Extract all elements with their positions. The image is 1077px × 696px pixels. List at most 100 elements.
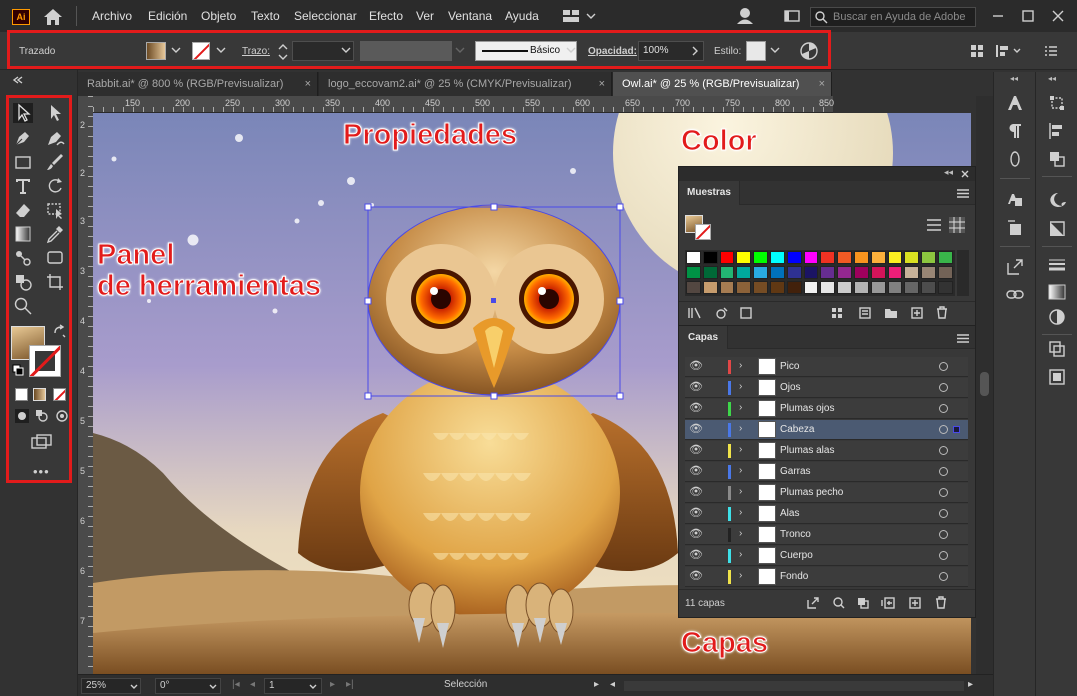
color-swatch[interactable] (870, 251, 886, 264)
clipping-mask-icon[interactable] (857, 597, 869, 609)
more-tools-icon[interactable]: ••• (33, 464, 50, 479)
menu-objeto[interactable]: Objeto (201, 9, 236, 23)
rectangle-tool-icon[interactable] (13, 152, 33, 172)
pen-tool-icon[interactable] (13, 128, 33, 148)
target-circle-icon[interactable] (939, 425, 948, 434)
home-icon[interactable] (43, 8, 63, 26)
blend-tool-icon[interactable] (13, 248, 33, 268)
maximize-icon[interactable] (1022, 10, 1034, 22)
color-swatch[interactable] (686, 251, 701, 264)
color-swatch[interactable] (736, 251, 752, 264)
glyphs-panel-icon[interactable] (1006, 190, 1024, 208)
collapse-icon[interactable]: ◂◂ (944, 167, 953, 178)
color-swatch[interactable] (837, 266, 852, 279)
color-swatch[interactable] (904, 266, 920, 279)
color-swatch[interactable] (803, 266, 819, 279)
swatch-libraries-icon[interactable] (688, 307, 702, 319)
visibility-eye-icon[interactable]: 👁 (689, 569, 703, 582)
color-swatch[interactable] (702, 281, 718, 294)
transform-icon[interactable] (995, 44, 1025, 58)
color-swatch[interactable] (921, 251, 936, 264)
scroll-thumb[interactable] (980, 372, 989, 396)
free-transform-tool-icon[interactable] (45, 200, 65, 220)
color-swatch[interactable] (686, 281, 701, 294)
menu-texto[interactable]: Texto (251, 9, 280, 23)
color-swatch[interactable] (937, 281, 953, 294)
menu-ver[interactable]: Ver (416, 9, 434, 23)
delete-swatch-icon[interactable] (936, 306, 948, 319)
color-guide-icon[interactable] (1048, 192, 1068, 208)
target-circle-icon[interactable] (939, 530, 948, 539)
horizontal-scrollbar[interactable] (624, 681, 964, 691)
expand-arrow-icon[interactable]: › (739, 444, 742, 455)
color-swatch[interactable] (853, 266, 869, 279)
target-circle-icon[interactable] (939, 404, 948, 413)
previous-artboard-icon[interactable]: ◂ (250, 679, 255, 690)
tab-close-icon[interactable]: × (599, 72, 605, 96)
show-kinds-icon[interactable] (716, 307, 728, 319)
color-panel-icon[interactable] (1048, 220, 1066, 238)
new-sublayer-icon[interactable] (881, 597, 895, 609)
screen-mode-icon[interactable] (31, 434, 53, 450)
draw-normal-icon[interactable] (15, 409, 29, 423)
color-swatch[interactable] (753, 266, 768, 279)
color-swatch[interactable] (719, 266, 735, 279)
artboard-shape-icon[interactable] (45, 248, 65, 268)
visibility-eye-icon[interactable]: 👁 (689, 401, 703, 414)
color-swatch[interactable] (870, 281, 886, 294)
color-swatch[interactable] (719, 251, 735, 264)
swatch-scrollbar[interactable] (957, 250, 969, 296)
swatch-stroke-preview[interactable] (695, 224, 711, 240)
close-panel-icon[interactable] (961, 170, 969, 178)
draw-behind-icon[interactable] (35, 409, 49, 423)
draw-inside-icon[interactable] (55, 409, 69, 423)
color-swatch[interactable] (904, 251, 920, 264)
menu-ayuda[interactable]: Ayuda (505, 9, 539, 23)
export-for-screens-icon[interactable] (1006, 258, 1024, 276)
stroke-color-swatch[interactable] (29, 345, 61, 377)
color-swatch[interactable] (937, 266, 953, 279)
stroke-panel-icon[interactable] (1048, 258, 1066, 272)
color-swatch[interactable] (786, 266, 802, 279)
new-color-group-icon[interactable] (831, 307, 843, 319)
artboards-panel-icon[interactable] (1048, 340, 1066, 358)
selection-indicator[interactable] (953, 426, 960, 433)
expand-arrow-icon[interactable]: › (739, 402, 742, 413)
scroll-left-icon[interactable]: ◂ (610, 679, 615, 690)
tab-close-icon[interactable]: × (819, 72, 825, 96)
visibility-eye-icon[interactable]: 👁 (689, 548, 703, 561)
color-swatch[interactable] (769, 266, 785, 279)
color-swatch[interactable] (702, 266, 718, 279)
selection-tool-icon[interactable] (13, 103, 33, 123)
help-search-input[interactable]: Buscar en Ayuda de Adobe (810, 7, 976, 27)
layer-row[interactable]: 👁 › Plumas alas (685, 441, 968, 461)
visibility-eye-icon[interactable]: 👁 (689, 380, 703, 393)
layer-row[interactable]: 👁 › Tronco (685, 525, 968, 545)
color-swatch[interactable] (769, 281, 785, 294)
locate-object-icon[interactable] (833, 597, 845, 609)
expand-arrow-icon[interactable]: › (739, 549, 742, 560)
vertical-scrollbar[interactable] (976, 96, 993, 674)
menu-efecto[interactable]: Efecto (369, 9, 403, 23)
color-swatch[interactable] (769, 251, 785, 264)
artboard-tool-icon[interactable] (45, 272, 65, 292)
zoom-tool-icon[interactable] (13, 296, 33, 316)
color-swatch[interactable] (887, 266, 903, 279)
visibility-eye-icon[interactable]: 👁 (689, 527, 703, 540)
color-swatch[interactable] (820, 266, 836, 279)
color-swatch[interactable] (753, 281, 768, 294)
minimize-icon[interactable] (992, 10, 1004, 22)
visibility-eye-icon[interactable]: 👁 (689, 506, 703, 519)
new-swatch-icon[interactable] (911, 307, 923, 319)
color-swatch[interactable] (736, 266, 752, 279)
horizontal-ruler[interactable]: 150 200 250 300 350 400 450 500 550 600 … (93, 96, 834, 113)
collapse-panel-icon[interactable] (12, 76, 24, 84)
transparency-panel-icon[interactable] (1048, 308, 1066, 326)
color-swatch[interactable] (887, 281, 903, 294)
links-panel-icon[interactable] (1006, 288, 1024, 302)
none-mode-button[interactable] (53, 388, 66, 401)
pathfinder-panel-icon[interactable] (1048, 150, 1066, 168)
target-circle-icon[interactable] (939, 551, 948, 560)
menu-edicion[interactable]: Edición (148, 9, 187, 23)
type-tool-icon[interactable] (13, 176, 33, 196)
